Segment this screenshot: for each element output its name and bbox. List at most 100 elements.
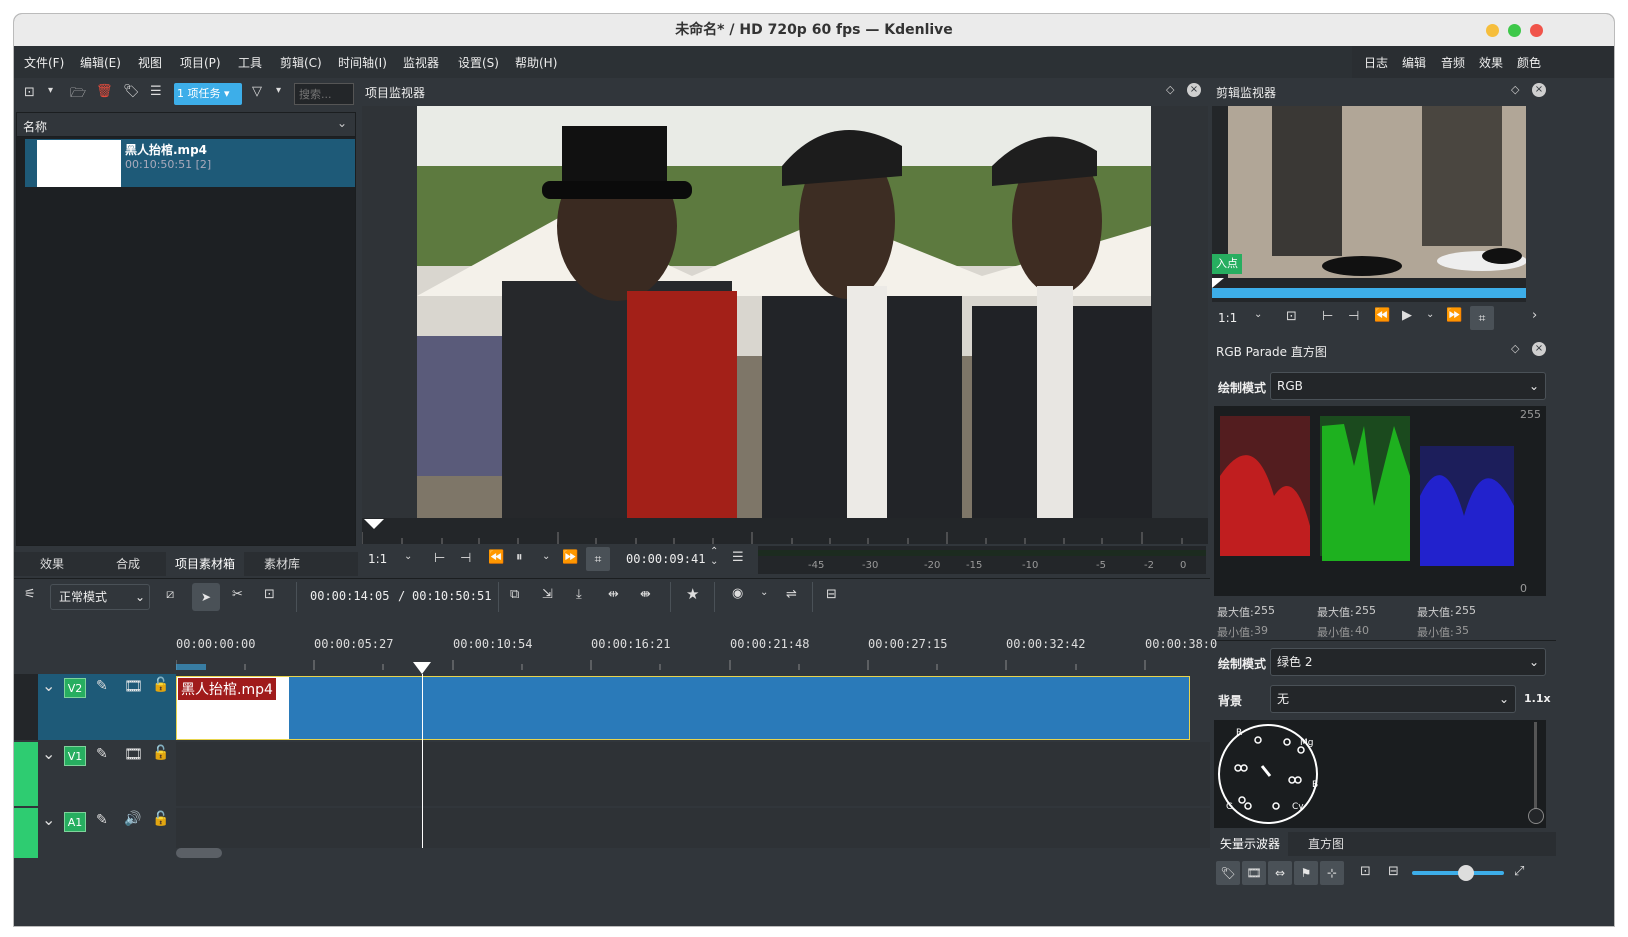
zoom-label[interactable]: 1:1 <box>368 552 387 566</box>
zone-icon[interactable]: ⌗ <box>1470 306 1494 330</box>
folder-icon[interactable]: 🗁 <box>70 84 86 106</box>
close-button[interactable] <box>1530 24 1543 37</box>
lift-icon[interactable]: ⇹ <box>608 587 619 602</box>
film-icon[interactable]: 🎞 <box>1242 861 1266 885</box>
column-name-header[interactable]: 名称 <box>23 118 47 135</box>
menu-view[interactable]: 视图 <box>138 54 162 71</box>
track-name-badge[interactable]: A1 <box>64 812 86 832</box>
split-view-icon[interactable]: ⧉ <box>510 587 519 602</box>
layout-editing[interactable]: 编辑 <box>1402 54 1426 71</box>
razor-tool-icon[interactable]: ✂ <box>232 587 243 602</box>
chevron-right-icon[interactable]: › <box>1532 308 1537 323</box>
effects-wand-icon[interactable]: ✎ <box>96 812 108 828</box>
menu-settings[interactable]: 设置(S) <box>458 54 499 71</box>
menu-clip[interactable]: 剪辑(C) <box>280 54 322 71</box>
vector-mode-select[interactable]: 绿色 2 ⌄ <box>1270 648 1546 676</box>
delete-icon[interactable]: 🗑 <box>96 84 113 99</box>
insert-clip-icon[interactable]: ⇲ <box>542 587 553 602</box>
set-in-point-icon[interactable]: ⊢ <box>434 551 445 566</box>
gain-slider-handle[interactable] <box>1528 808 1544 824</box>
monitor-timecode[interactable]: 00:00:09:41 <box>626 552 705 566</box>
track-v1-header[interactable]: ⌄ V1 ✎ 🎞 🔓 <box>38 742 176 806</box>
layout-color[interactable]: 颜色 <box>1517 54 1541 71</box>
timeline-clip[interactable]: 黑人抬棺.mp4 <box>176 676 1190 740</box>
collapse-chevron-icon[interactable]: ⌄ <box>42 810 55 829</box>
layout-logging[interactable]: 日志 <box>1364 54 1388 71</box>
overwrite-clip-icon[interactable]: ⤓ <box>576 587 582 602</box>
add-clip-icon[interactable]: ⊡ <box>24 85 35 100</box>
chevron-down-icon[interactable]: ⌄ <box>1426 309 1434 320</box>
float-icon[interactable]: ◇ <box>1166 83 1174 96</box>
clip-monitor-ruler[interactable] <box>1212 278 1526 302</box>
flag-icon[interactable]: ⚑ <box>1294 861 1318 885</box>
rgb-mode-select[interactable]: RGB ⌄ <box>1270 372 1546 400</box>
chevron-down-icon[interactable]: ⌄ <box>760 587 768 598</box>
forward-icon[interactable]: ⏩ <box>1446 308 1462 323</box>
collapse-chevron-icon[interactable]: ⌄ <box>42 744 55 763</box>
bin-search-input[interactable] <box>294 83 354 105</box>
float-icon[interactable]: ◇ <box>1511 342 1519 355</box>
zone-icon[interactable]: ⌗ <box>586 547 610 571</box>
menu-icon[interactable]: ☰ <box>732 550 744 565</box>
menu-timeline[interactable]: 时间轴(I) <box>338 54 387 71</box>
menu-help[interactable]: 帮助(H) <box>515 54 557 71</box>
set-out-point-icon[interactable]: ⊣ <box>1348 309 1359 324</box>
chevron-down-icon[interactable]: ▾ <box>276 85 281 96</box>
tab-histogram[interactable]: 直方图 <box>1288 832 1364 856</box>
film-icon[interactable]: 🎞 <box>124 745 143 763</box>
slip-tool-icon[interactable]: ⊡ <box>264 587 275 602</box>
chevron-down-icon[interactable]: ⌄ <box>404 551 412 562</box>
zoom-in-icon[interactable]: ⤢ <box>1514 864 1524 879</box>
layout-effects[interactable]: 效果 <box>1479 54 1503 71</box>
chevron-down-icon[interactable]: ⌄ <box>542 551 550 562</box>
menu-tools[interactable]: 工具 <box>238 54 262 71</box>
background-select[interactable]: 无 ⌄ <box>1270 685 1516 713</box>
lock-icon[interactable]: 🔓 <box>152 677 169 693</box>
tab-project-bin[interactable]: 项目素材箱 <box>166 552 244 576</box>
tab-library[interactable]: 素材库 <box>244 552 320 576</box>
record-icon[interactable]: ◉ <box>732 586 743 601</box>
chevron-down-icon[interactable]: ⌄ <box>1254 309 1262 320</box>
zoom-slider-handle[interactable] <box>1458 865 1474 881</box>
project-monitor-view[interactable] <box>362 106 1208 518</box>
extract-icon[interactable]: ⇼ <box>640 587 651 602</box>
snap-icon[interactable]: ⇔ <box>1268 861 1292 885</box>
tasks-button[interactable]: 1 项任务 ▾ <box>174 83 242 105</box>
tab-effects[interactable]: 效果 <box>14 552 90 576</box>
menu-icon[interactable]: ☰ <box>150 84 162 99</box>
maximize-button[interactable] <box>1508 24 1521 37</box>
play-icon[interactable]: ▶ <box>1402 308 1412 323</box>
forward-icon[interactable]: ⏩ <box>562 550 578 565</box>
float-icon[interactable]: ◇ <box>1511 83 1519 96</box>
tag-icon[interactable]: 🏷 <box>123 84 140 99</box>
close-icon[interactable]: × <box>1532 83 1546 97</box>
rewind-icon[interactable]: ⏪ <box>488 550 504 565</box>
effects-wand-icon[interactable]: ✎ <box>96 746 108 762</box>
gain-slider[interactable] <box>1534 722 1537 814</box>
close-icon[interactable]: × <box>1532 342 1546 356</box>
settings-sliders-icon[interactable]: ⚟ <box>24 587 36 602</box>
insert-icon[interactable]: ⊡ <box>1286 309 1297 324</box>
clip-zoom-label[interactable]: 1:1 <box>1218 311 1237 325</box>
spacer-tool-icon[interactable]: ⧄ <box>166 587 174 602</box>
speaker-icon[interactable]: 🔊 <box>124 811 141 827</box>
film-icon[interactable]: 🎞 <box>124 677 143 695</box>
chevron-down-icon[interactable]: ⌄ <box>337 116 347 130</box>
timeline-scrollbar[interactable] <box>176 848 222 858</box>
favorite-star-icon[interactable]: ★ <box>686 585 699 603</box>
track-a1-header[interactable]: ⌄ A1 ✎ 🔊 🔓 <box>38 808 176 858</box>
tab-vectorscope[interactable]: 矢量示波器 <box>1212 832 1288 856</box>
select-tool-icon[interactable]: ➤ <box>192 583 220 611</box>
menu-edit[interactable]: 编辑(E) <box>80 54 121 71</box>
track-name-badge[interactable]: V2 <box>64 678 86 698</box>
lock-icon[interactable]: 🔓 <box>152 745 169 761</box>
track-a1-lane[interactable] <box>176 808 1210 848</box>
timecode-stepper-icon[interactable]: ⌃ ⌄ <box>710 547 718 567</box>
menu-monitor[interactable]: 监视器 <box>403 54 439 71</box>
tab-compositions[interactable]: 合成 <box>90 552 166 576</box>
collapse-chevron-icon[interactable]: ⌄ <box>42 676 55 695</box>
pause-icon[interactable]: ⏸ <box>516 550 523 565</box>
mixer-icon[interactable]: ⇌ <box>786 587 797 602</box>
subtitle-icon[interactable]: ⊟ <box>826 587 837 602</box>
menu-project[interactable]: 项目(P) <box>180 54 221 71</box>
